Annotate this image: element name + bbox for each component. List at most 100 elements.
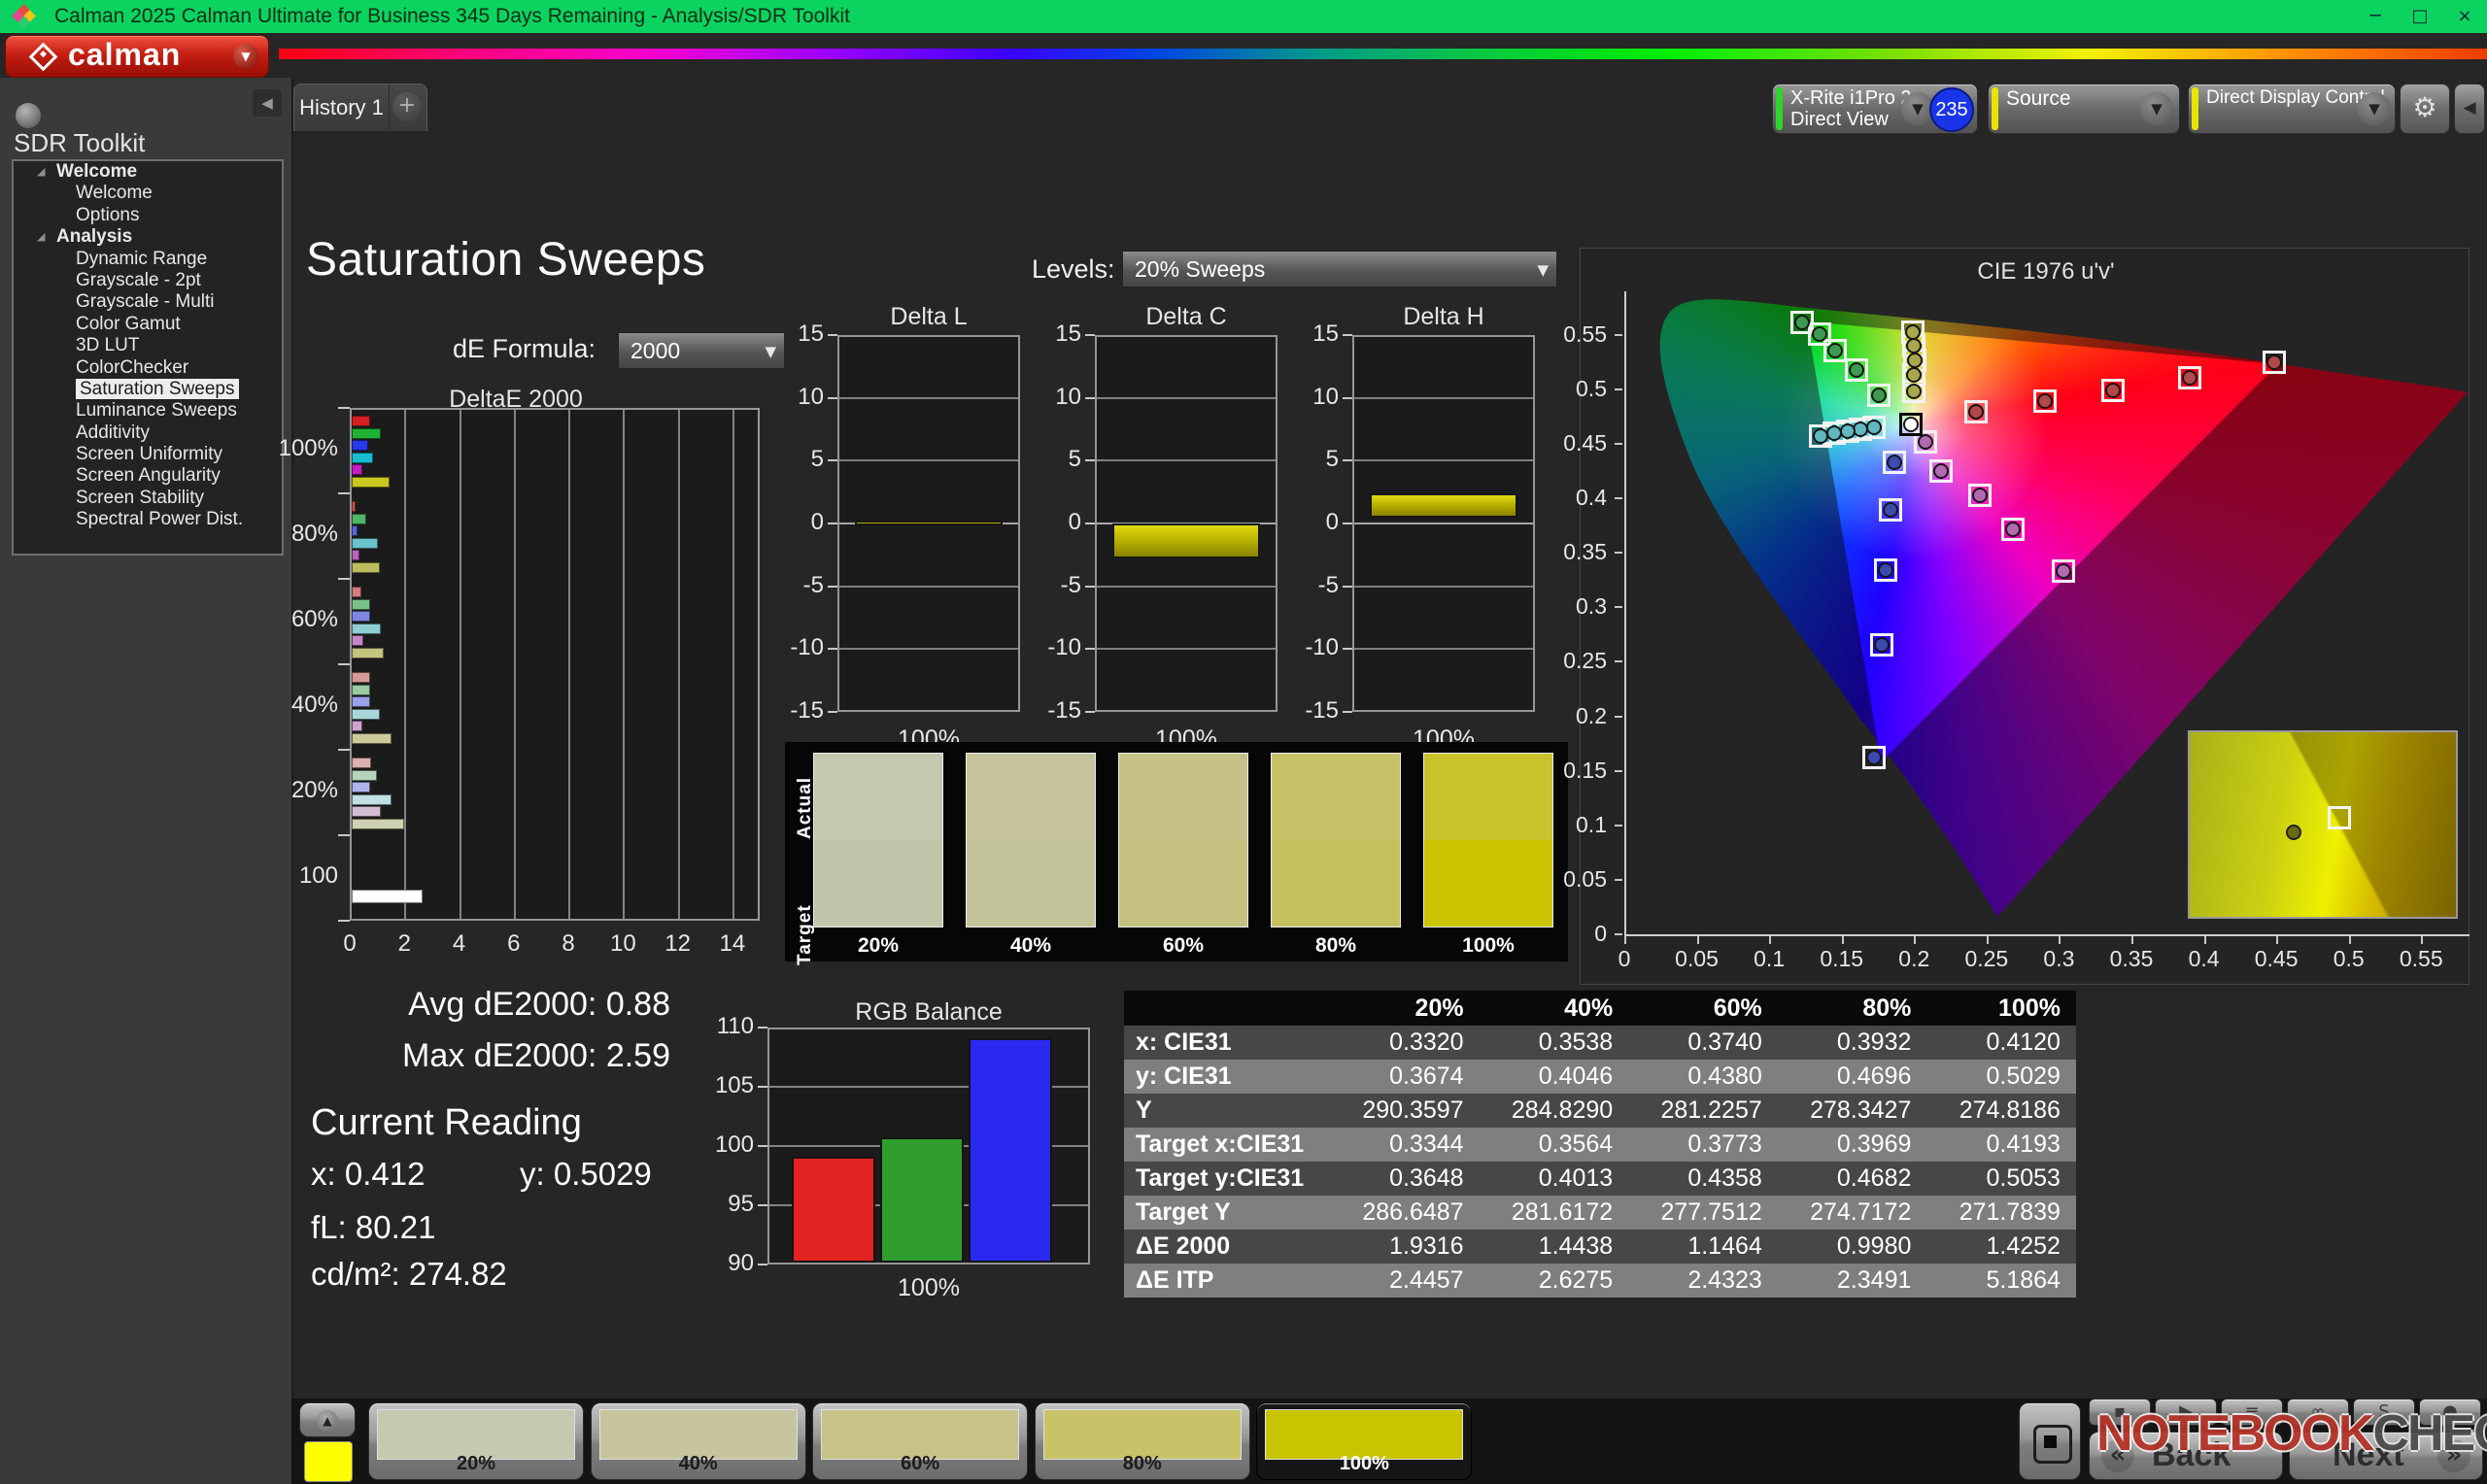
minimize-button[interactable]: ─ — [2353, 0, 2398, 33]
patch-button-80%[interactable]: 80% — [1034, 1402, 1250, 1480]
rgb-y-tick: 90 — [728, 1250, 754, 1276]
table-cell: 2.4457 — [1330, 1264, 1480, 1298]
orb-icon — [16, 103, 41, 128]
sidebar-item-3d-lut[interactable]: 3D LUT — [14, 335, 282, 356]
sidebar-item-screen-angularity[interactable]: Screen Angularity — [14, 465, 282, 487]
deltae-gridline — [623, 410, 626, 919]
table-cell: 2.4323 — [1628, 1264, 1778, 1298]
current-fl: fL: 80.21 — [311, 1209, 436, 1245]
table-cell: 0.4046 — [1479, 1060, 1629, 1094]
close-button[interactable]: × — [2442, 0, 2487, 33]
meter-status-strip — [1776, 87, 1783, 130]
cie-point-green — [1793, 314, 1810, 330]
levels-value: 20% Sweeps — [1135, 256, 1266, 282]
calman-menu-button[interactable]: calman ▼ — [5, 35, 269, 78]
cie-point-magenta — [1972, 487, 1989, 503]
toolbar-icon-button-0[interactable]: ▪ — [2089, 1399, 2151, 1426]
table-cell: 0.3932 — [1777, 1026, 1927, 1060]
sidebar-item-color-gamut[interactable]: Color Gamut — [14, 314, 282, 335]
source-selector[interactable]: Source ▼ — [1988, 84, 2180, 134]
patch-button-40%[interactable]: 40% — [590, 1402, 806, 1480]
current-y: y: 0.5029 — [520, 1156, 652, 1192]
table-cell: 2.3491 — [1777, 1264, 1927, 1298]
delta_c-y-tick: 0 — [1068, 509, 1081, 535]
settings-button[interactable]: ⚙ — [2400, 84, 2450, 134]
stop-icon — [2033, 1425, 2072, 1464]
toolbar-icon-button-3[interactable]: ∞ — [2287, 1399, 2349, 1426]
table-cell: 0.3969 — [1777, 1128, 1927, 1162]
deltae-bar-20%-1 — [352, 769, 378, 781]
swatch-actual — [814, 754, 942, 840]
cie-y-dash — [1615, 497, 1622, 500]
tree-expander-icon[interactable]: ◢ — [37, 161, 45, 183]
inset-measured-point — [2285, 825, 2301, 840]
sidebar-item-analysis[interactable]: ◢ Analysis — [14, 226, 282, 248]
sidebar-item-grayscale-multi[interactable]: Grayscale - Multi — [14, 291, 282, 313]
bottom-toolbar: ▲ 20% 40% 60% 80% 100% ▪ ▶ ≡ ∞ S ● « Back Next » — [291, 1399, 2487, 1484]
maximize-button[interactable]: □ — [2398, 0, 2442, 33]
tree-expander-icon[interactable]: ◢ — [37, 226, 45, 248]
next-button[interactable]: Next » — [2289, 1432, 2483, 1480]
deltae-bar-80%-0 — [352, 501, 356, 512]
cie-x-tick: 0.35 — [2109, 946, 2154, 971]
sidebar-item-dynamic-range[interactable]: Dynamic Range — [14, 249, 282, 270]
swatch-popup-button[interactable]: ▲ — [299, 1402, 356, 1437]
deltae-group-label: 20% — [290, 777, 338, 803]
levels-select[interactable]: 20% Sweeps ▼ — [1122, 251, 1557, 287]
toolbar-icon-button-2[interactable]: ≡ — [2221, 1399, 2283, 1426]
cie-y-tick: 0.25 — [1563, 648, 1607, 674]
sidebar-item-colorchecker[interactable]: ColorChecker — [14, 357, 282, 379]
table-cell: 0.3740 — [1628, 1026, 1778, 1060]
rainbow-divider — [279, 49, 2487, 59]
deltae-gridline — [513, 410, 516, 919]
sidebar-item-welcome[interactable]: ◢ Welcome — [14, 161, 282, 183]
toolbar-icon-button-1[interactable]: ▶ — [2155, 1399, 2217, 1426]
sidebar-item-label: Screen Angularity — [76, 465, 221, 487]
stop-button[interactable] — [2019, 1402, 2081, 1480]
display-control-dropdown-icon[interactable]: ▼ — [2358, 92, 2391, 125]
sidebar-item-options[interactable]: Options — [14, 205, 282, 226]
patch-button-20%[interactable]: 20% — [368, 1402, 584, 1480]
sidebar-item-saturation-sweeps[interactable]: Saturation Sweeps — [14, 378, 282, 400]
delta_c-bar — [1112, 523, 1260, 559]
sidebar-item-luminance-sweeps[interactable]: Luminance Sweeps — [14, 400, 282, 422]
rgb-axis-dash — [758, 1264, 767, 1265]
swatch-label: 60% — [1162, 934, 1205, 957]
sidebar-item-welcome[interactable]: Welcome — [14, 183, 282, 204]
cie-x-tick: 0.2 — [1898, 946, 1930, 971]
delta_h-axis-dash — [1343, 459, 1352, 462]
sidebar-item-screen-uniformity[interactable]: Screen Uniformity — [14, 444, 282, 465]
swatch-target — [814, 840, 942, 927]
calman-menu-dropdown-icon[interactable]: ▼ — [233, 44, 258, 69]
delta_l-y-tick: 5 — [810, 446, 824, 473]
patch-button-60%[interactable]: 60% — [812, 1402, 1029, 1480]
de-formula-select[interactable]: 2000 ▼ — [618, 332, 785, 369]
add-tab-button[interactable]: + — [392, 92, 422, 121]
table-header-cell: 40% — [1479, 991, 1629, 1026]
patch-button-100%[interactable]: 100% — [1256, 1402, 1473, 1480]
collapse-panel-button[interactable]: ◀ — [2454, 84, 2485, 134]
cie-point-red — [2105, 382, 2122, 398]
sidebar-item-screen-stability[interactable]: Screen Stability — [14, 488, 282, 509]
rgb-axis-dash — [758, 1145, 767, 1147]
sidebar-item-spectral-power-dist-[interactable]: Spectral Power Dist. — [14, 509, 282, 530]
cie-y-dash — [1615, 933, 1622, 935]
patch-button-label: 40% — [678, 1453, 718, 1474]
sidebar-item-grayscale-2pt[interactable]: Grayscale - 2pt — [14, 270, 282, 291]
cie-point-yellow — [1906, 352, 1923, 368]
sidebar-item-label: Color Gamut — [76, 313, 181, 334]
cie-y-tick: 0.1 — [1576, 811, 1607, 837]
back-button[interactable]: « Back — [2089, 1432, 2283, 1480]
sidebar-item-additivity[interactable]: Additivity — [14, 422, 282, 444]
source-dropdown-icon[interactable]: ▼ — [2140, 92, 2173, 125]
delta_h-y-tick: -10 — [1305, 634, 1339, 661]
table-cell: 0.4696 — [1777, 1060, 1927, 1094]
tab-history-1[interactable]: History 1 — [294, 84, 390, 131]
toolbar-icon-button-5[interactable]: ● — [2419, 1399, 2481, 1426]
display-control-selector[interactable]: Direct Display Control ▼ — [2188, 84, 2396, 134]
cie-title: CIE 1976 u'v' — [1977, 258, 2115, 285]
toolbar-icon-button-4[interactable]: S — [2353, 1399, 2415, 1426]
sidebar-collapse-button[interactable]: ◀ — [253, 89, 282, 117]
delta_h-axis-dash — [1343, 523, 1352, 524]
cie-point-magenta — [1932, 463, 1949, 480]
